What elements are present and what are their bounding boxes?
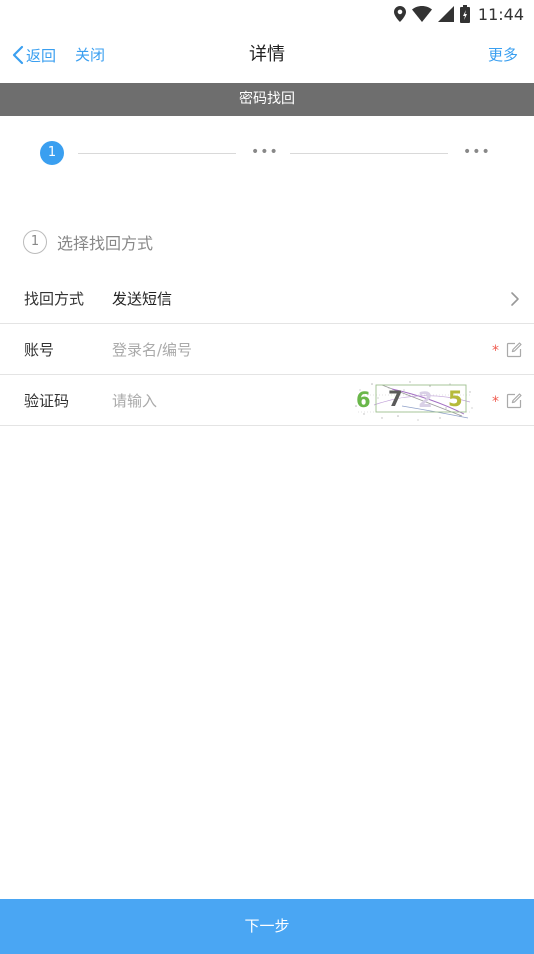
more-button[interactable]: 更多: [488, 43, 518, 67]
status-time: 11:44: [477, 4, 524, 24]
method-row[interactable]: 找回方式 发送短信: [0, 274, 534, 324]
captcha-char: 7: [388, 387, 403, 411]
wifi-icon: [411, 6, 432, 22]
signal-icon: [437, 6, 454, 22]
account-row: 账号 *: [0, 325, 534, 375]
account-label: 账号: [24, 341, 55, 359]
captcha-char: 5: [448, 387, 463, 411]
battery-icon: [459, 5, 470, 23]
method-value: 发送短信: [112, 290, 173, 308]
step-indicator: 1 ••• •••: [0, 140, 534, 166]
nav-bar: 返回 关闭 详情 更多: [0, 28, 534, 83]
captcha-label: 验证码: [24, 392, 70, 410]
method-label: 找回方式: [24, 290, 85, 308]
account-input[interactable]: [112, 338, 472, 362]
step-heading-number: 1: [23, 230, 47, 254]
step-pending: •••: [251, 144, 279, 160]
captcha-row: 验证码 6 7 2 5 *: [0, 376, 534, 426]
edit-icon: [506, 393, 522, 409]
location-icon: [393, 6, 406, 22]
chevron-left-icon: [12, 45, 24, 65]
back-label: 返回: [26, 46, 57, 65]
step-current: 1: [40, 141, 64, 165]
step-pending: •••: [463, 144, 491, 160]
status-icons: 11:44: [393, 3, 524, 25]
step-connector: [78, 153, 236, 154]
step-heading-text: 选择找回方式: [57, 234, 154, 253]
required-mark: *: [492, 394, 499, 410]
close-button[interactable]: 关闭: [75, 43, 105, 67]
captcha-graphic: 6 7 2 5: [355, 381, 473, 421]
captcha-char: 6: [356, 388, 371, 412]
back-button[interactable]: 返回: [12, 43, 56, 67]
captcha-input[interactable]: [112, 389, 342, 413]
captcha-char: 2: [418, 388, 433, 412]
status-bar: 11:44: [0, 0, 534, 28]
step-heading: 1 选择找回方式: [23, 229, 153, 255]
step-connector: [290, 153, 448, 154]
edit-icon: [506, 342, 522, 358]
next-step-button[interactable]: 下一步: [0, 899, 534, 954]
section-title-bar: 密码找回: [0, 83, 534, 116]
captcha-image[interactable]: 6 7 2 5: [352, 378, 476, 424]
required-mark: *: [492, 343, 499, 359]
chevron-right-icon: [511, 292, 519, 306]
